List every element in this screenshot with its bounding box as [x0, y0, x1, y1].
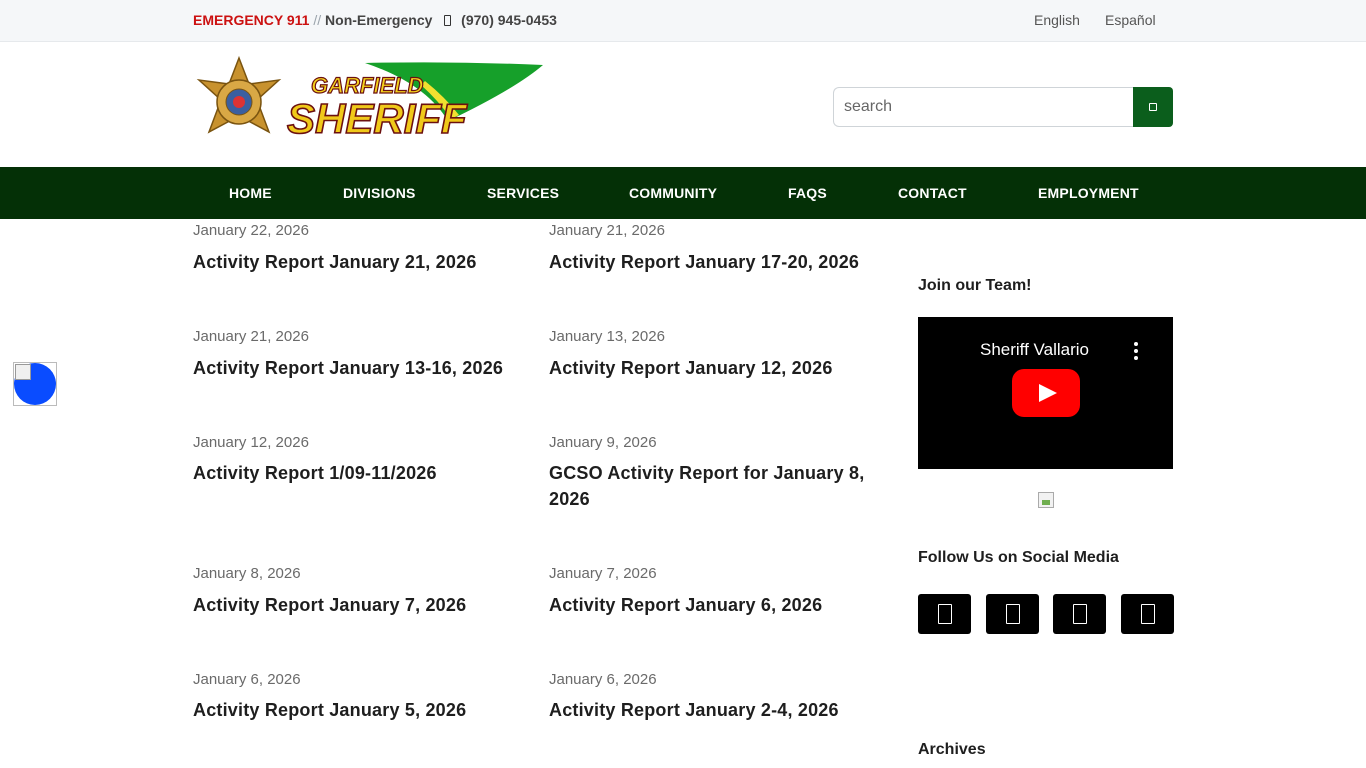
twitter-icon: [1005, 604, 1020, 624]
svg-text:SHERIFF: SHERIFF: [287, 95, 468, 142]
site-logo[interactable]: GARFIELD SHERIFF: [193, 55, 545, 150]
more-vertical-icon[interactable]: [1134, 342, 1138, 360]
search-button[interactable]: [1133, 87, 1173, 127]
nav-community[interactable]: COMMUNITY: [629, 185, 717, 201]
search-form: [833, 87, 1173, 127]
search-input[interactable]: [833, 87, 1133, 127]
post-title[interactable]: Activity Report January 7, 2026: [193, 592, 523, 618]
post-title[interactable]: Activity Report January 13-16, 2026: [193, 355, 523, 381]
twitter-button[interactable]: [986, 594, 1039, 634]
youtube-button[interactable]: [1121, 594, 1174, 634]
post-date: January 21, 2026: [549, 222, 665, 239]
separator: //: [313, 12, 322, 28]
post-date: January 9, 2026: [549, 434, 657, 451]
main-nav: HOME DIVISIONS SERVICES COMMUNITY FAQS C…: [0, 167, 1366, 219]
facebook-icon: [937, 604, 952, 624]
language-english[interactable]: English: [1034, 12, 1080, 28]
emergency-info: EMERGENCY 911 // Non-Emergency (970) 945…: [193, 12, 557, 28]
nav-employment[interactable]: EMPLOYMENT: [1038, 185, 1139, 201]
join-team-heading: Join our Team!: [918, 277, 1032, 294]
social-heading: Follow Us on Social Media: [918, 549, 1119, 566]
nav-contact[interactable]: CONTACT: [898, 185, 967, 201]
nav-faqs[interactable]: FAQS: [788, 185, 827, 201]
top-bar: EMERGENCY 911 // Non-Emergency (970) 945…: [0, 0, 1366, 42]
sheriff-badge-logo: GARFIELD SHERIFF: [196, 55, 543, 143]
post-date: January 22, 2026: [193, 222, 309, 239]
post-title[interactable]: Activity Report January 21, 2026: [193, 249, 523, 275]
accessibility-widget-button[interactable]: [13, 362, 57, 406]
post-date: January 12, 2026: [193, 434, 309, 451]
post-title[interactable]: Activity Report January 5, 2026: [193, 697, 523, 723]
instagram-button[interactable]: [1053, 594, 1106, 634]
language-spanish[interactable]: Español: [1105, 12, 1156, 28]
post-title[interactable]: Activity Report 1/09-11/2026: [193, 460, 523, 486]
post-title[interactable]: Activity Report January 2-4, 2026: [549, 697, 879, 723]
post-date: January 6, 2026: [193, 671, 301, 688]
youtube-icon: [1140, 604, 1155, 624]
post-date: January 8, 2026: [193, 565, 301, 582]
post-date: January 21, 2026: [193, 328, 309, 345]
nav-services[interactable]: SERVICES: [487, 185, 559, 201]
post-date: January 13, 2026: [549, 328, 665, 345]
broken-image-icon: [15, 364, 31, 380]
emergency-label: EMERGENCY 911: [193, 12, 310, 28]
post-title[interactable]: Activity Report January 6, 2026: [549, 592, 879, 618]
phone-icon: [444, 15, 452, 26]
post-title[interactable]: Activity Report January 17-20, 2026: [549, 249, 879, 275]
search-icon: [1149, 103, 1157, 111]
video-title[interactable]: Sheriff Vallario: [980, 340, 1089, 360]
facebook-button[interactable]: [918, 594, 971, 634]
youtube-play-icon[interactable]: [1012, 369, 1080, 417]
video-embed[interactable]: Sheriff Vallario: [918, 317, 1173, 469]
broken-image-icon: [1038, 492, 1054, 508]
post-date: January 6, 2026: [549, 671, 657, 688]
nav-divisions[interactable]: DIVISIONS: [343, 185, 416, 201]
post-title[interactable]: GCSO Activity Report for January 8, 2026: [549, 460, 879, 512]
post-title[interactable]: Activity Report January 12, 2026: [549, 355, 879, 381]
instagram-icon: [1072, 604, 1087, 624]
post-date: January 7, 2026: [549, 565, 657, 582]
nav-home[interactable]: HOME: [229, 185, 272, 201]
archives-heading: Archives: [918, 741, 986, 758]
phone-number[interactable]: (970) 945-0453: [461, 12, 557, 28]
non-emergency-label: Non-Emergency: [325, 12, 433, 28]
